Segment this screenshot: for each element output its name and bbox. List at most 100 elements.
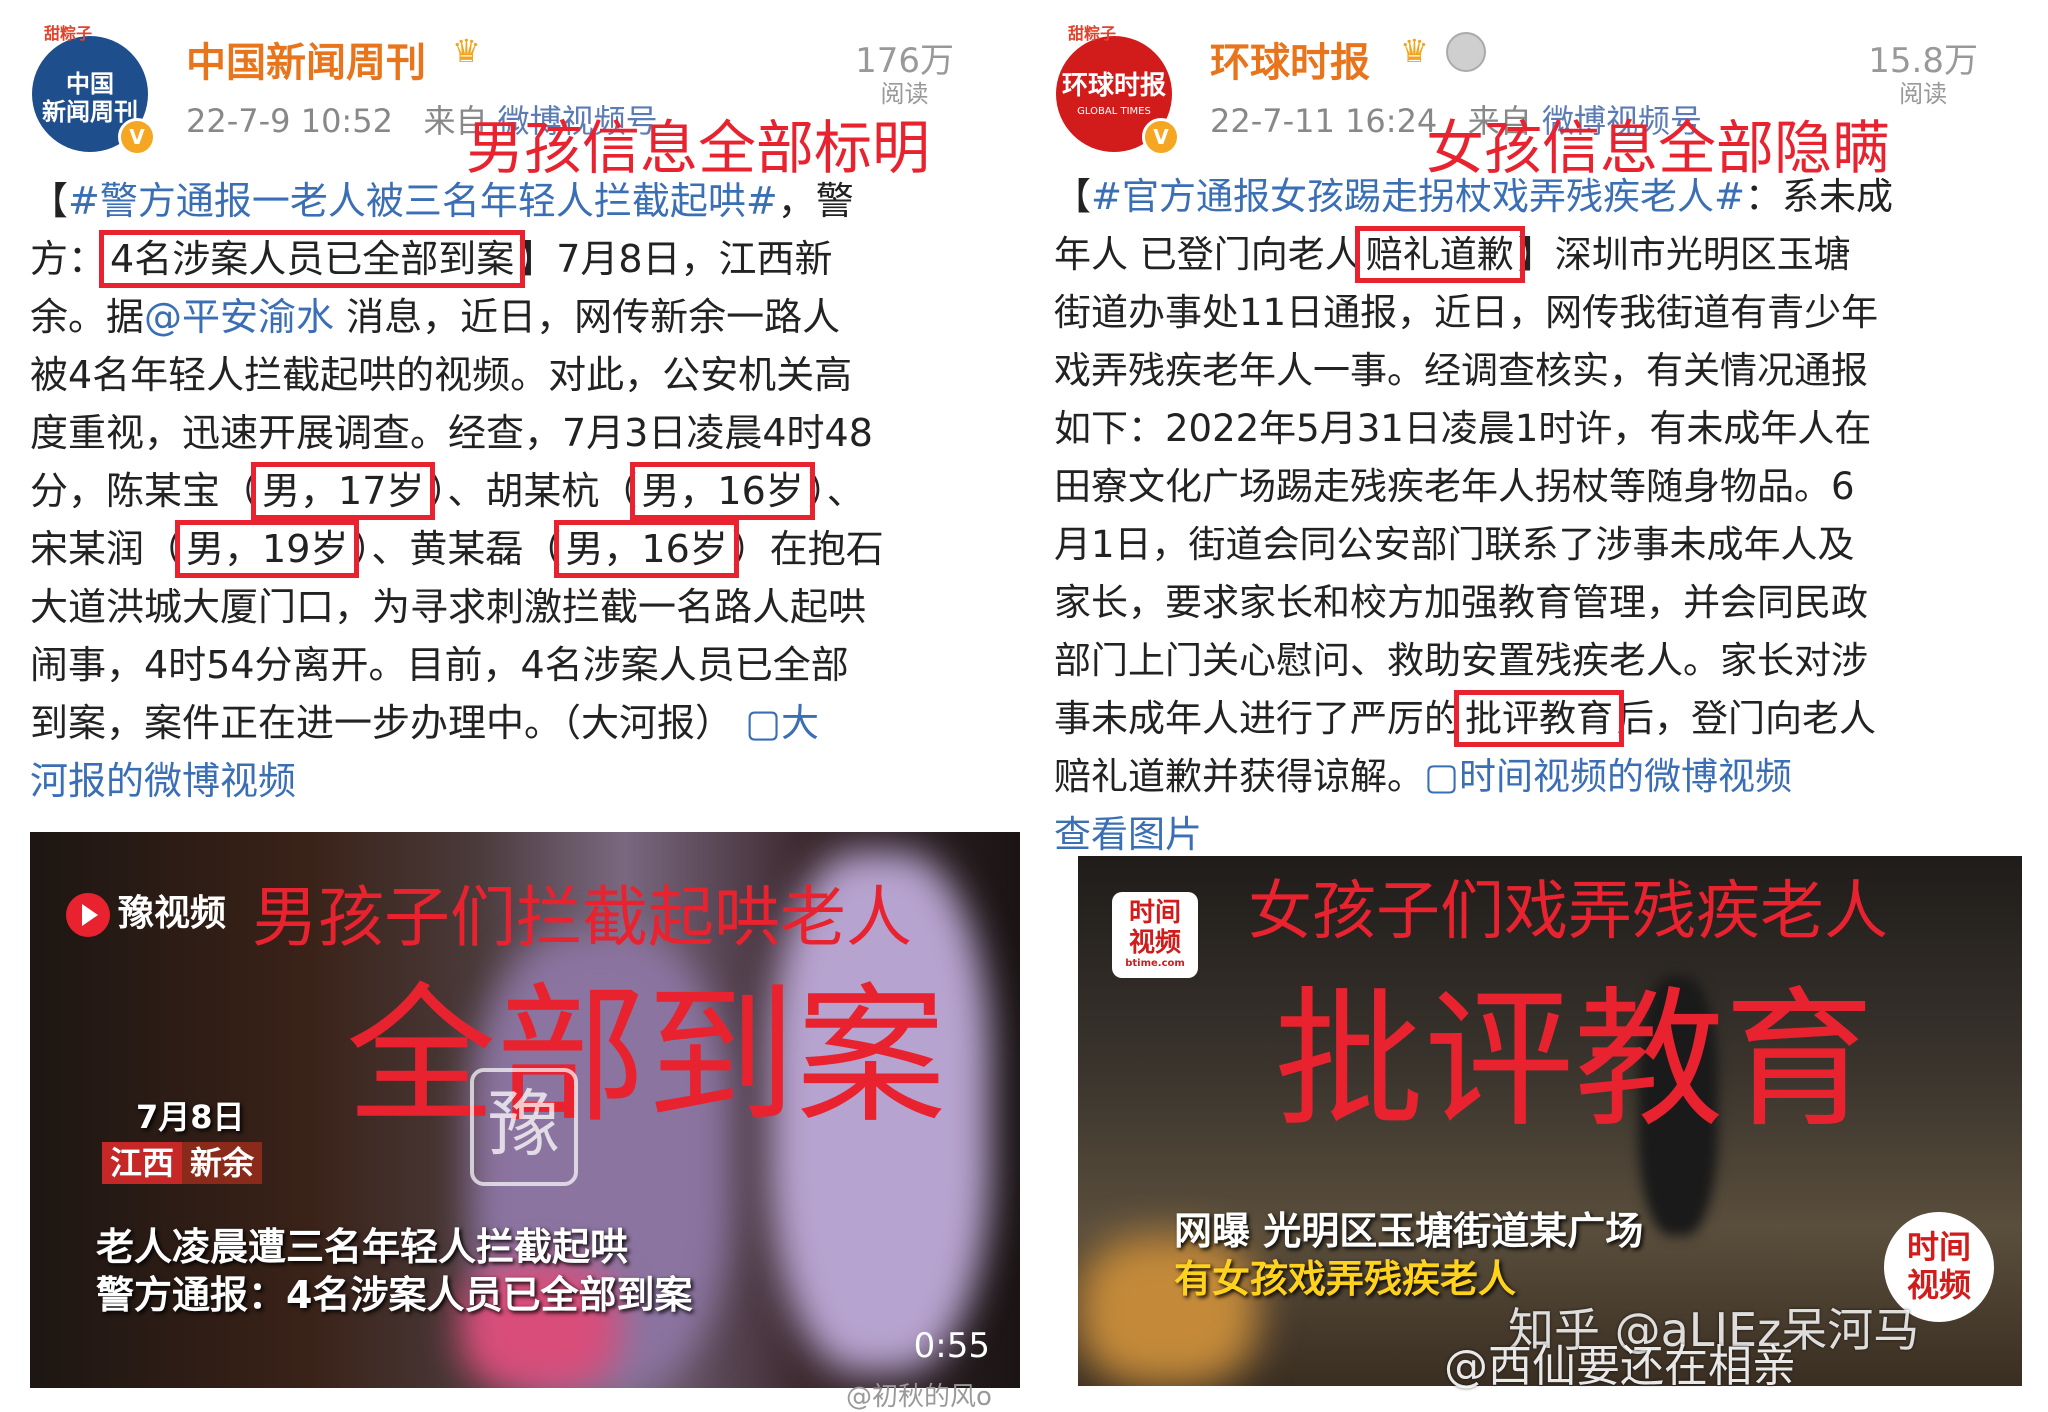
post-body: 【#官方通报女孩踢走拐杖戏弄残疾老人#：系未成 年人 已登门向老人 赔礼道歉 】深圳市… xyxy=(1054,168,2018,864)
btime-logo-bottom: 视频 xyxy=(1128,928,1181,958)
right-weibo-post: 甜粽子 环球时报 GLOBAL TIMES V 环球时报 ♛ 22-7-11 1… xyxy=(1024,0,2048,1412)
post-body-line: 月1日，街道会同公安部门联系了涉事未成年人及 xyxy=(1054,516,2018,574)
avatar-badge: 甜粽子 xyxy=(1068,24,1117,43)
post-body-line: 分，陈某宝（ 男，17岁 ）、胡某杭（ 男，16岁）、 xyxy=(30,462,994,520)
post-body-line: 闹事，4时54分离开。目前，4名涉案人员已全部 xyxy=(30,636,994,694)
yu-video-logo: 豫视频 xyxy=(66,884,226,937)
highlighted-phrase: 男，16岁 xyxy=(554,520,739,578)
body-text-span: 事未成年人进行了严厉的 xyxy=(1054,697,1461,740)
video-duration: 0:55 xyxy=(913,1326,990,1366)
crown-badge-icon: ♛ xyxy=(452,32,481,70)
post-body-line: 度重视，迅速开展调查。经查，7月3日凌晨4时48 xyxy=(30,404,994,462)
body-text-span: 余。据 xyxy=(30,295,145,339)
body-text-span: ）在抱石 xyxy=(731,527,884,571)
body-text-span: 方： xyxy=(30,237,107,281)
username[interactable]: 中国新闻周刊 xyxy=(186,30,426,88)
post-body-line: 大道洪城大厦门口，为寻求刺激拦截一名路人起哄 xyxy=(30,578,994,636)
video-player[interactable]: 时间 视频 btime.com 女孩子们戏弄残疾老人 批评教育 网曝 光明区玉塘… xyxy=(1078,856,2022,1386)
body-text-span: 家长，要求家长和校方加强教育管理，并会同民政 xyxy=(1054,581,1868,624)
highlighted-phrase: 男，16岁 xyxy=(630,462,815,520)
crown-badge-icon: ♛ xyxy=(1400,32,1429,70)
username[interactable]: 环球时报 xyxy=(1210,30,1370,88)
body-text-span: 田寮文化广场踢走残疾老年人拐杖等随身物品。6 xyxy=(1054,465,1855,508)
body-text-span: 【 xyxy=(1054,175,1091,218)
weibo-watermark: @初秋的风o xyxy=(846,1382,992,1412)
read-count-value: 15.8万 xyxy=(1868,41,1978,81)
overlay-criticism-education: 批评教育 xyxy=(1274,974,1875,1148)
post-body-line: 事未成年人进行了严厉的 批评教育 后，登门向老人 xyxy=(1054,690,2018,748)
body-text-span: 大道洪城大厦门口，为寻求刺激拦截一名路人起哄 xyxy=(30,585,867,629)
read-count: 15.8万 阅读 xyxy=(1868,42,1978,108)
post-body-line: 到案，案件正在进一步办理中。（大河报） ▢大 xyxy=(30,694,994,752)
weibo-watermark: @西仙要还在相亲 xyxy=(1444,1341,1796,1392)
hashtag-link[interactable]: @平安渝水 xyxy=(144,295,334,339)
location-province: 江西 xyxy=(102,1142,183,1184)
overlay-girls-mock: 女孩子们戏弄残疾老人 xyxy=(1248,875,1888,949)
verified-icon: V xyxy=(118,118,156,156)
overlay-boys-heckle: 男孩子们拦截起哄老人 xyxy=(252,879,912,956)
video-date: 7月8日 xyxy=(136,1098,245,1136)
body-text-span: 】深圳市光明区玉塘 xyxy=(1517,233,1851,276)
read-count: 176万 阅读 xyxy=(855,42,954,108)
hashtag-link[interactable]: ▢大 xyxy=(745,701,819,745)
body-text-span: 被4名年轻人拦截起哄的视频。对此，公安机关高 xyxy=(30,353,853,397)
highlighted-phrase: 4名涉案人员已全部到案 xyxy=(99,230,526,288)
video-caption-1: 老人凌晨遭三名年轻人拦截起哄 xyxy=(96,1225,629,1269)
avatar-global-times[interactable]: 甜粽子 环球时报 GLOBAL TIMES V xyxy=(1056,24,1180,156)
post-time: 22-7-9 10:52 xyxy=(186,102,393,140)
highlighted-phrase: 男，19岁 xyxy=(175,520,360,578)
post-body-line: 家长，要求家长和校方加强教育管理，并会同民政 xyxy=(1054,574,2018,632)
body-text-span: 赔礼道歉并获得谅解。 xyxy=(1054,755,1424,798)
btime-logo-top: 时间 xyxy=(1128,898,1181,928)
annotation-boys-info: 男孩信息全部标明 xyxy=(466,114,931,182)
post-body-line: 如下：2022年5月31日凌晨1时许，有未成年人在 xyxy=(1054,400,2018,458)
body-text-span: 戏弄残疾老年人一事。经调查核实，有关情况通报 xyxy=(1054,349,1868,392)
body-text-span: 分，陈某宝（ xyxy=(30,469,259,513)
avatar-badge: 甜粽子 xyxy=(44,24,93,43)
avatar-sub: GLOBAL TIMES xyxy=(1077,106,1151,117)
location-city: 新余 xyxy=(182,1142,263,1184)
post-body-line: 河报的微博视频 xyxy=(30,752,994,810)
btime-round-top: 时间 xyxy=(1906,1228,1971,1266)
body-text-span: 后，登门向老人 xyxy=(1617,697,1876,740)
location-badge: 江西 新余 xyxy=(102,1138,263,1184)
post-body-line: 年人 已登门向老人 赔礼道歉 】深圳市光明区玉塘 xyxy=(1054,226,2018,284)
post-body: 【#警方通报一老人被三名年轻人拦截起哄#，警 方： 4名涉案人员已全部到案 】7月8日… xyxy=(30,172,994,810)
post-body-line: 宋某润（ 男，19岁 ）、黄某磊（ 男，16岁 ）在抱石 xyxy=(30,520,994,578)
post-time: 22-7-11 16:24 xyxy=(1210,102,1438,140)
hashtag-link[interactable]: #官方通报女孩踢走拐杖戏弄残疾老人# xyxy=(1091,175,1745,218)
post-body-line: 戏弄残疾老年人一事。经调查核实，有关情况通报 xyxy=(1054,342,2018,400)
video-player[interactable]: 豫视频 男孩子们拦截起哄老人 全部到案 豫 7月8日 江西 新余 老人凌晨遭三名年… xyxy=(30,832,1020,1388)
hashtag-link[interactable]: 河报的微博视频 xyxy=(30,759,296,803)
post-body-line: 街道办事处11日通报，近日，网传我街道有青少年 xyxy=(1054,284,2018,342)
hashtag-link[interactable]: #警方通报一老人被三名年轻人拦截起哄# xyxy=(68,179,778,223)
left-weibo-post: 甜粽子 中国 新闻周刊 V 中国新闻周刊 ♛ 22-7-9 10:52 来自 微… xyxy=(0,0,1024,1412)
body-text-span: 部门上门关心慰问、救助安置残疾老人。家长对涉 xyxy=(1054,639,1868,682)
body-text-span: 闹事，4时54分离开。目前，4名涉案人员已全部 xyxy=(30,643,849,687)
post-body-line: 方： 4名涉案人员已全部到案 】7月8日，江西新 xyxy=(30,230,994,288)
video-caption-2: 有女孩戏弄残疾老人 xyxy=(1174,1257,1517,1301)
body-text-span: ：系未成 xyxy=(1745,175,1894,218)
video-caption-2: 警方通报：4名涉案人员已全部到案 xyxy=(96,1273,693,1317)
read-count-value: 176万 xyxy=(855,41,954,81)
body-text-span: 月1日，街道会同公安部门联系了涉事未成年人及 xyxy=(1054,523,1855,566)
body-text-span: 【 xyxy=(30,179,69,223)
highlighted-phrase: 批评教育 xyxy=(1454,690,1624,747)
post-body-line: 【#官方通报女孩踢走拐杖戏弄残疾老人#：系未成 xyxy=(1054,168,2018,226)
hashtag-link[interactable]: 查看图片 xyxy=(1054,813,1202,856)
medal-badge-icon xyxy=(1446,32,1486,72)
body-text-span: 消息，近日，网传新余一路人 xyxy=(334,295,841,339)
avatar-china-newsweek[interactable]: 甜粽子 中国 新闻周刊 V xyxy=(32,24,156,156)
body-text-span: ）、黄某磊（ xyxy=(352,527,562,571)
body-text-span: 年人 已登门向老人 xyxy=(1054,233,1362,276)
post-body-line: 【#警方通报一老人被三名年轻人拦截起哄#，警 xyxy=(30,172,994,230)
play-logo-icon xyxy=(66,893,110,937)
hashtag-link[interactable]: ▢时间视频的微博视频 xyxy=(1424,755,1792,798)
post-body-line: 田寮文化广场踢走残疾老年人拐杖等随身物品。6 xyxy=(1054,458,2018,516)
overlay-all-arrested: 全部到案 xyxy=(346,970,947,1144)
post-body-line: 余。据@平安渝水 消息，近日，网传新余一路人 xyxy=(30,288,994,346)
body-text-span: 宋某润（ xyxy=(30,527,183,571)
post-body-line: 被4名年轻人拦截起哄的视频。对此，公安机关高 xyxy=(30,346,994,404)
avatar-label: 中国 新闻周刊 xyxy=(42,70,138,126)
read-count-label: 阅读 xyxy=(1899,80,1948,108)
